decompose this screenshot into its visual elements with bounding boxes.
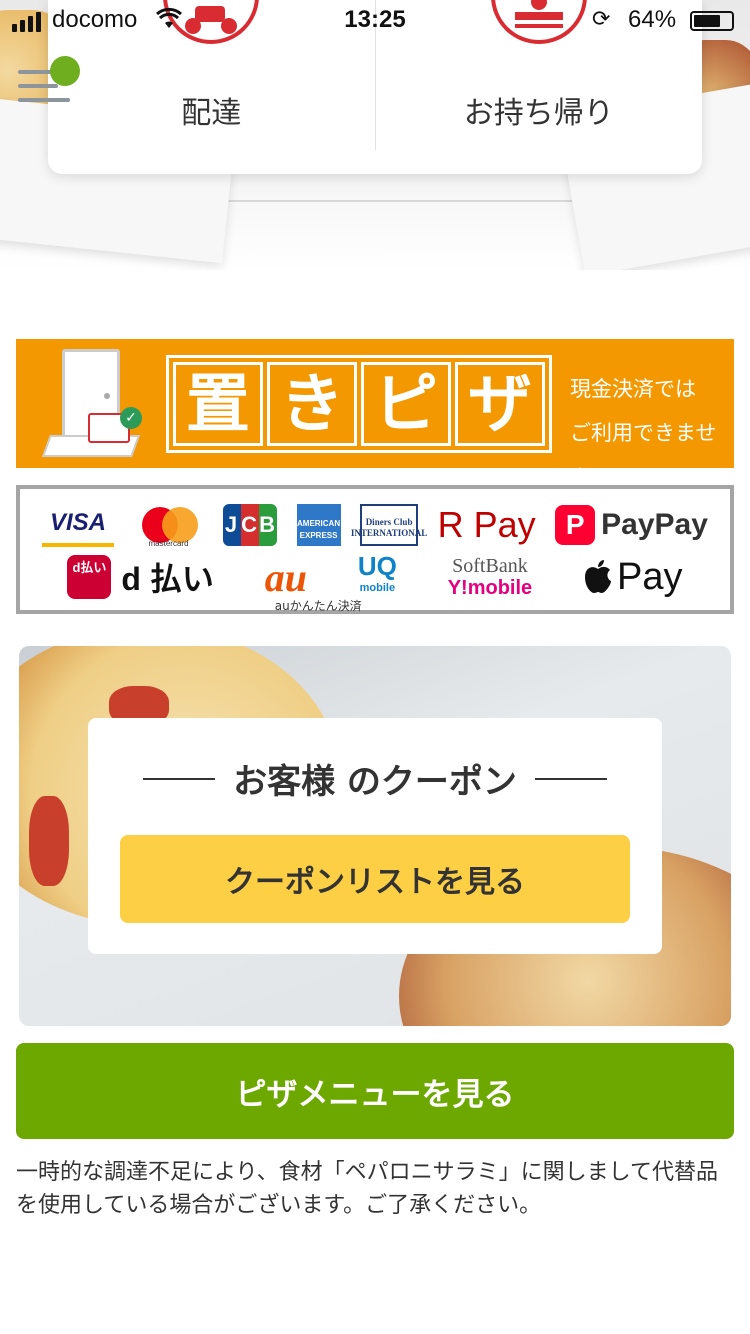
amex-logo: AMERICAN EXPRESS xyxy=(296,504,341,546)
coupon-title: お客様 のクーポン xyxy=(88,754,662,803)
softbank-logo: SoftBank Y!mobile xyxy=(448,555,532,599)
paypay-icon: P xyxy=(555,505,596,545)
menu-line xyxy=(18,98,70,102)
softbank-text: SoftBank xyxy=(452,555,528,577)
apple-icon xyxy=(585,560,612,593)
battery-icon xyxy=(690,11,734,31)
d-barai-icon: d払い xyxy=(67,555,112,599)
paypay-logo: P PayPay xyxy=(555,503,708,547)
d-barai-text: d 払い xyxy=(121,561,214,597)
tomato-topping xyxy=(29,796,69,886)
note-line: 現金決済では xyxy=(570,377,696,401)
divider xyxy=(534,777,607,780)
jcb-logo: JCB xyxy=(223,503,278,547)
uq-sub-text: mobile xyxy=(359,582,396,594)
battery-percent: 64% xyxy=(628,6,677,33)
notification-dot xyxy=(50,56,80,86)
au-caption: auかんたん決済 xyxy=(274,599,362,613)
oki-pizza-title: 置 き ピ ザ xyxy=(166,355,552,453)
payment-methods-panel: VISA mastercard JCB AMERICAN EXPRESS Din… xyxy=(16,485,734,614)
divider xyxy=(143,777,216,780)
cash-not-accepted-note: 現金決済では ご利用できません xyxy=(570,367,734,499)
payment-row: d払い d 払い au auかんたん決済 UQ mobile SoftBank … xyxy=(42,551,708,614)
title-char: 置 xyxy=(173,362,263,446)
hamburger-menu-button[interactable] xyxy=(18,56,80,102)
check-icon: ✓ xyxy=(120,407,142,429)
ymobile-text: Y!mobile xyxy=(447,577,533,599)
apple-pay-logo: Pay xyxy=(583,555,683,599)
d-barai-logo: d払い d 払い xyxy=(67,555,214,599)
au-text: au xyxy=(264,554,307,600)
coupon-card: お客様 のクーポン クーポンリストを見る xyxy=(88,718,662,954)
title-char: ピ xyxy=(361,362,451,446)
title-char: ザ xyxy=(455,362,545,446)
mastercard-caption: mastercard xyxy=(148,539,189,548)
substitution-notice: 一時的な調達不足により、食材「ペパロニサラミ」に関しまして代替品を使用している場… xyxy=(16,1160,719,1218)
delivery-label: 配達 xyxy=(181,96,242,131)
uq-text: UQ xyxy=(357,551,397,581)
coupon-section: お客様 のクーポン クーポンリストを見る xyxy=(19,646,731,1026)
pizza-menu-button[interactable]: ピザメニューを見る xyxy=(16,1043,734,1139)
takeout-label: お持ち帰り xyxy=(463,96,614,131)
menu-line xyxy=(18,84,58,88)
title-char: き xyxy=(267,362,357,446)
status-bar: docomo 13:25 ⟳ 64% xyxy=(0,0,750,40)
mastercard-logo: mastercard xyxy=(134,503,204,548)
oki-pizza-banner[interactable]: ✓ 置 き ピ ザ 現金決済では ご利用できません xyxy=(16,339,734,489)
rakuten-pay-logo: R Pay xyxy=(437,504,536,545)
apple-pay-text: Pay xyxy=(617,555,683,598)
door-delivery-icon: ✓ xyxy=(41,349,142,459)
coupon-title-text: お客様 のクーポン xyxy=(233,762,517,802)
uq-mobile-logo: UQ mobile xyxy=(357,551,397,599)
diners-club-logo: Diners Club INTERNATIONAL xyxy=(351,504,427,546)
rotation-lock-icon: ⟳ xyxy=(592,6,611,31)
paypay-text: PayPay xyxy=(601,508,708,541)
au-logo: au auかんたん決済 xyxy=(264,554,362,614)
payment-row: VISA mastercard JCB AMERICAN EXPRESS Din… xyxy=(42,499,708,551)
coupon-list-button[interactable]: クーポンリストを見る xyxy=(120,835,630,923)
visa-logo: VISA xyxy=(42,503,115,547)
